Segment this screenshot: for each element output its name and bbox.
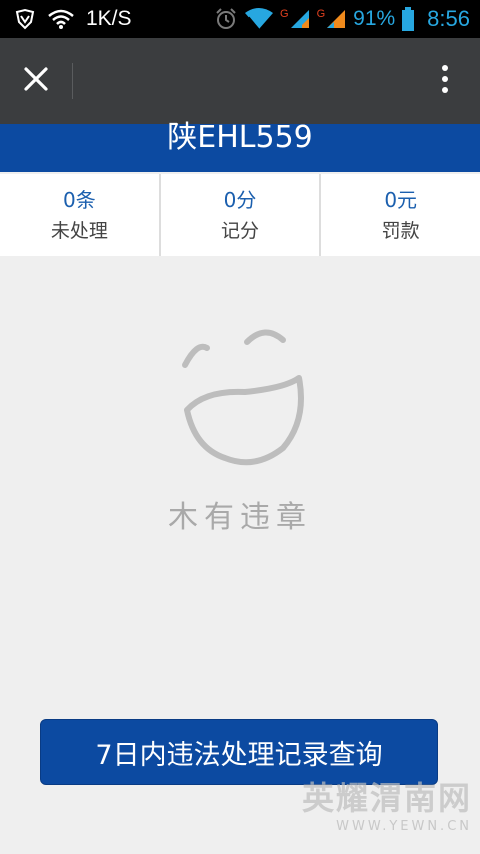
watermark: 英耀渭南网 WWW.YEWN.CN	[302, 773, 472, 834]
more-options-button[interactable]	[410, 38, 480, 124]
network-speed: 1K/S	[86, 7, 132, 30]
stat-label: 未处理	[50, 220, 108, 242]
clock: 8:56	[427, 6, 470, 31]
wifi-icon	[48, 9, 74, 29]
app-bar	[0, 38, 480, 124]
stat-value: 0元	[384, 188, 418, 212]
sim2-signal-icon: G	[317, 8, 348, 30]
plate-header: 陕EHL559	[0, 120, 480, 172]
more-vertical-icon	[441, 64, 449, 98]
stat-fine[interactable]: 0元 罚款	[321, 174, 480, 256]
shield-icon	[14, 8, 36, 30]
plate-number: 陕EHL559	[167, 120, 313, 155]
empty-state: 木有违章	[0, 320, 480, 536]
stats-row: 0条 未处理 0分 记分 0元 罚款	[0, 174, 480, 256]
stat-value: 0分	[223, 188, 257, 212]
close-button[interactable]	[0, 38, 72, 124]
battery-percent: 91%	[353, 7, 396, 30]
smiley-face-icon	[0, 320, 480, 470]
battery-icon	[401, 7, 415, 31]
app-bar-divider	[72, 63, 73, 99]
status-bar: 1K/S G G 91% 8:56	[0, 0, 480, 38]
stat-unprocessed[interactable]: 0条 未处理	[0, 174, 159, 256]
stat-points[interactable]: 0分 记分	[160, 174, 320, 256]
empty-state-text: 木有违章	[168, 500, 312, 535]
close-icon	[23, 66, 49, 96]
sim1-signal-icon: G	[280, 8, 311, 30]
alarm-icon	[214, 7, 238, 31]
watermark-logo: 英耀渭南网	[301, 779, 472, 817]
watermark-url: WWW.YEWN.CN	[336, 819, 472, 834]
stat-value: 0条	[62, 188, 96, 212]
stat-label: 记分	[221, 220, 260, 242]
stat-label: 罚款	[381, 220, 420, 242]
wifi-signal-icon	[244, 7, 274, 31]
